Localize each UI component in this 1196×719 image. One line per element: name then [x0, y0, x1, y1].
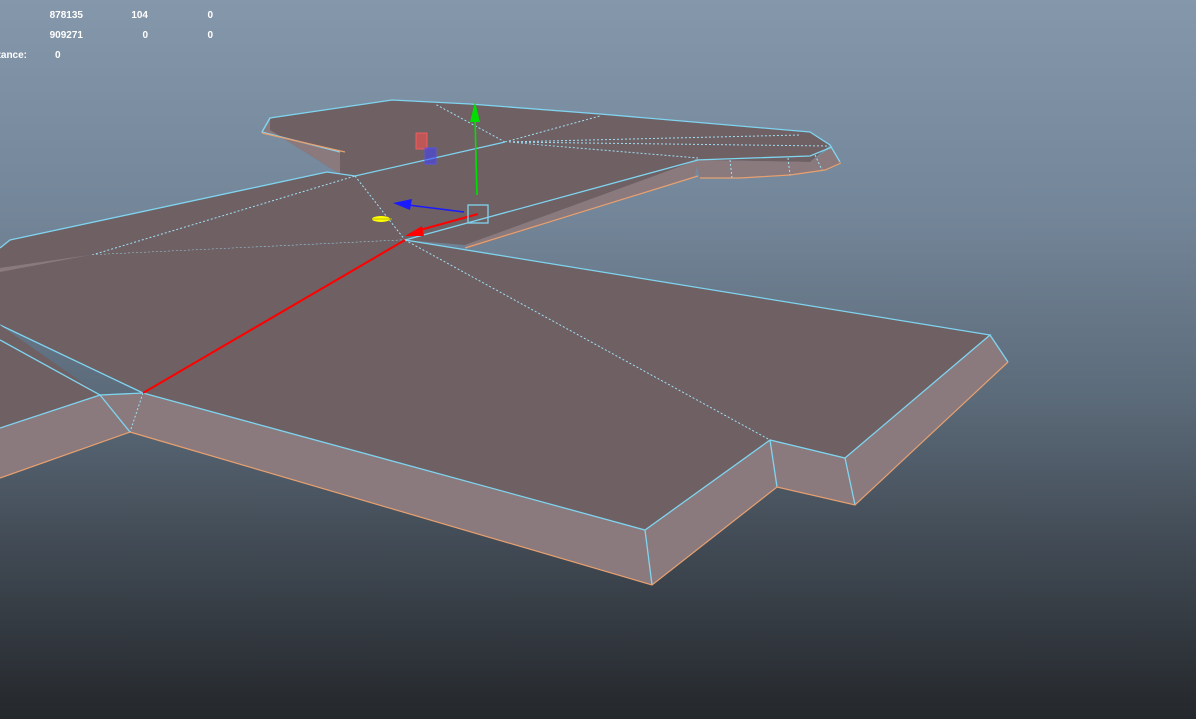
front-plank-mesh[interactable]: [0, 239, 1009, 586]
hud-value: 104: [131, 10, 148, 21]
3d-viewport[interactable]: 878135 104 0 909271 0 0 stance: 0: [0, 0, 1196, 719]
hud-value: 0: [207, 10, 213, 21]
scene-geometry[interactable]: [0, 0, 1196, 719]
hud-value: 0: [207, 30, 213, 41]
hud-value: 878135: [49, 10, 83, 21]
xy-plane-handle-icon[interactable]: [415, 132, 428, 150]
hud-distance-value: 0: [55, 50, 61, 61]
hud-value: 909271: [49, 30, 83, 41]
hud-value: 0: [142, 30, 148, 41]
yz-plane-handle-icon[interactable]: [424, 147, 437, 165]
hud-distance-label: stance:: [0, 50, 28, 61]
